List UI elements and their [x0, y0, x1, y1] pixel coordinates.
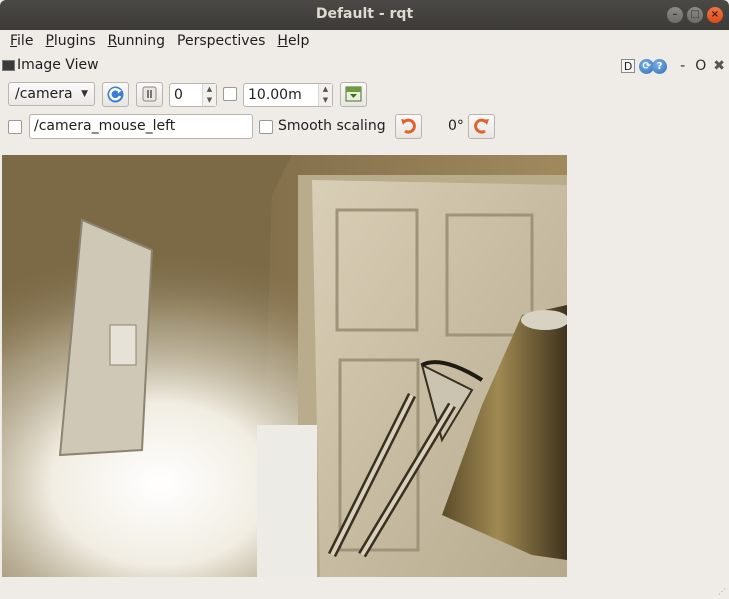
toolbar-row-2: /camera_mouse_left Smooth scaling 0° [0, 113, 729, 141]
plugin-title: Image View [17, 57, 99, 73]
frame-spinbox[interactable]: 0 ▲ ▼ [169, 83, 217, 107]
rotate-ccw-icon [401, 118, 416, 134]
restore-button[interactable]: O [692, 58, 709, 74]
window-titlebar[interactable]: Default - rqt – □ × [0, 0, 729, 30]
spin-up-icon[interactable]: ▲ [203, 84, 216, 95]
menu-bar: File Plugins Running Perspectives Help [0, 30, 729, 52]
maximize-button[interactable]: □ [687, 7, 703, 23]
camera-frame-picture [2, 155, 567, 577]
mouse-topic-input[interactable]: /camera_mouse_left [29, 114, 253, 139]
spin-down-icon[interactable]: ▼ [203, 95, 216, 106]
mouse-publish-checkbox[interactable] [8, 120, 22, 134]
pause-button[interactable] [136, 82, 163, 107]
camera-image[interactable] [2, 155, 567, 577]
timeout-spinbox[interactable]: 10.00m ▲ ▼ [243, 83, 333, 107]
menu-file[interactable]: File [4, 33, 39, 49]
help-button[interactable]: ? [652, 58, 668, 74]
rotate-cw-icon [474, 118, 489, 134]
toolbar-row-1: /camera ▼ 0 ▲ ▼ 10.00m ▲ ▼ [0, 80, 729, 108]
smooth-scaling-checkbox[interactable] [259, 120, 273, 134]
mouse-topic-value: /camera_mouse_left [34, 118, 176, 134]
image-view-icon [2, 60, 15, 71]
dynamic-reconfigure-button[interactable]: D [621, 59, 636, 73]
pause-icon [142, 86, 157, 102]
menu-perspectives[interactable]: Perspectives [171, 33, 271, 49]
topic-select[interactable]: /camera ▼ [8, 82, 95, 106]
save-image-button[interactable] [340, 82, 367, 107]
timeout-value: 10.00m [248, 87, 302, 103]
save-image-icon [345, 86, 362, 102]
frame-value: 0 [174, 87, 183, 103]
rotate-left-button[interactable] [395, 114, 422, 139]
minimize-button[interactable]: – [667, 7, 683, 23]
rotate-right-button[interactable] [468, 114, 495, 139]
spin-up-icon[interactable]: ▲ [319, 84, 332, 95]
smooth-scaling-label: Smooth scaling [278, 118, 386, 134]
menu-plugins[interactable]: Plugins [39, 33, 101, 49]
menu-help[interactable]: Help [271, 33, 315, 49]
hide-button[interactable]: - [677, 58, 688, 74]
spin-down-icon[interactable]: ▼ [319, 95, 332, 106]
refresh-icon [107, 86, 124, 103]
topic-select-value: /camera [15, 86, 73, 102]
resize-grip-icon[interactable]: ⋰ [718, 587, 726, 596]
refresh-topics-button[interactable] [102, 82, 129, 107]
menu-running[interactable]: Running [102, 33, 171, 49]
chevron-down-icon: ▼ [81, 89, 88, 99]
timeout-checkbox[interactable] [223, 87, 237, 101]
plugin-header: Image View D ⟳ ? - O ✖ [0, 56, 729, 76]
rotation-label: 0° [448, 118, 464, 134]
close-plugin-button[interactable]: ✖ [713, 58, 725, 74]
window-title: Default - rqt [315, 6, 414, 22]
close-window-button[interactable]: × [707, 7, 723, 23]
